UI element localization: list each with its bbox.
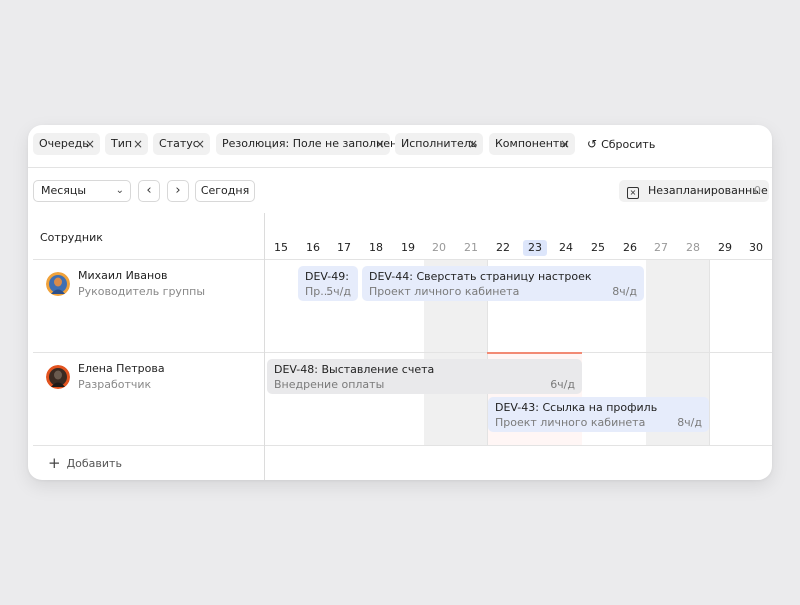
task-title: DEV-48: Выставление счета (274, 363, 435, 376)
day-header: 26 (623, 241, 637, 254)
employee-name[interactable]: Михаил Иванов (78, 269, 167, 282)
task-hours: 8ч/д (677, 416, 702, 429)
filter-chip-resolution[interactable]: Резолюция: Поле не заполнено × (216, 133, 404, 155)
close-icon[interactable]: × (133, 133, 143, 155)
task-project: Проект личного кабинета (495, 416, 646, 429)
filter-chip-queue[interactable]: Очередь × (33, 133, 100, 155)
day-header: 19 (401, 241, 415, 254)
task-meta: Внедрение оплаты 6ч/д (274, 377, 575, 392)
row-divider (33, 445, 772, 446)
close-icon[interactable]: × (85, 133, 95, 155)
unscheduled-label: Незапланированные (648, 184, 768, 197)
close-icon[interactable]: × (195, 133, 205, 155)
add-employee-button[interactable]: + Добавить (48, 454, 122, 472)
day-header: 15 (274, 241, 288, 254)
task-card[interactable]: DEV-49: ... Пр... 5ч/д (298, 266, 358, 301)
unscheduled-count: 0 (754, 184, 761, 197)
filters-bar: Очередь × Тип × Статус × Резолюция: Поле… (28, 125, 772, 168)
filter-chip-label: Тип (111, 137, 133, 150)
filter-chip-type[interactable]: Тип × (105, 133, 148, 155)
chevron-right-icon: › (175, 183, 181, 198)
close-icon[interactable]: × (375, 133, 385, 155)
day-header: 18 (369, 241, 383, 254)
calendar-cross-icon: × (627, 187, 639, 199)
employee-role: Руководитель группы (78, 285, 206, 298)
row-divider (33, 352, 772, 353)
task-title: DEV-49: ... (305, 270, 351, 283)
employee-role: Разработчик (78, 378, 152, 391)
day-header: 27 (654, 241, 668, 254)
filter-chip-label: Компоненты (495, 137, 569, 150)
root: { "filters": { "chips": [ {"label": "Оче… (0, 0, 800, 605)
unscheduled-button[interactable]: × Незапланированные 0 (619, 180, 769, 202)
period-select[interactable]: Месяцы ⌄ (33, 180, 131, 202)
today-button[interactable]: Сегодня (195, 180, 255, 202)
task-hours: 5ч/д (326, 285, 351, 298)
reset-icon: ↺ (587, 137, 598, 151)
day-header: 20 (432, 241, 446, 254)
filter-chip-label: Очередь (39, 137, 89, 150)
plus-icon: + (48, 454, 61, 472)
day-header: 29 (718, 241, 732, 254)
task-project: Проект личного кабинета (369, 285, 520, 298)
day-header: 17 (337, 241, 351, 254)
filter-chip-status[interactable]: Статус × (153, 133, 210, 155)
day-header: 28 (686, 241, 700, 254)
day-header: 22 (496, 241, 510, 254)
close-icon[interactable]: × (468, 133, 478, 155)
day-header-today: 23 (523, 240, 547, 256)
day-header: 16 (306, 241, 320, 254)
task-hours: 8ч/д (612, 285, 637, 298)
employee-column-divider (264, 213, 265, 480)
planner-card: Очередь × Тип × Статус × Резолюция: Поле… (28, 125, 772, 480)
filter-chip-components[interactable]: Компоненты × (489, 133, 575, 155)
avatar (46, 365, 70, 389)
task-card[interactable]: DEV-43: Ссылка на профиль Проект личного… (488, 397, 709, 432)
reset-filters-button[interactable]: ↺ Сбросить (587, 133, 655, 155)
day-header: 30 (749, 241, 763, 254)
task-meta: Проект личного кабинета 8ч/д (495, 415, 702, 430)
day-header: 21 (464, 241, 478, 254)
reset-label: Сбросить (601, 138, 656, 151)
task-meta: Пр... 5ч/д (305, 284, 351, 299)
task-hours: 6ч/д (550, 378, 575, 391)
task-meta: Проект личного кабинета 8ч/д (369, 284, 637, 299)
next-period-button[interactable]: › (167, 180, 189, 202)
day-header: 24 (559, 241, 573, 254)
task-title: DEV-44: Сверстать страницу настроек (369, 270, 592, 283)
task-card[interactable]: DEV-44: Сверстать страницу настроек Прое… (362, 266, 644, 301)
task-card[interactable]: DEV-48: Выставление счета Внедрение опла… (267, 359, 582, 394)
prev-period-button[interactable]: ‹ (138, 180, 160, 202)
today-marker (487, 352, 582, 354)
employee-column-header: Сотрудник (40, 231, 103, 244)
employee-name[interactable]: Елена Петрова (78, 362, 165, 375)
header-divider (33, 259, 772, 260)
filter-chip-assignee[interactable]: Исполнитель × (395, 133, 483, 155)
task-project: Внедрение оплаты (274, 378, 385, 391)
close-icon[interactable]: × (560, 133, 570, 155)
period-select-value: Месяцы (41, 184, 87, 197)
filter-chip-label: Исполнитель (401, 137, 478, 150)
add-label: Добавить (66, 457, 122, 470)
chevron-left-icon: ‹ (146, 183, 152, 198)
chevron-down-icon: ⌄ (115, 185, 124, 196)
day-header: 25 (591, 241, 605, 254)
task-title: DEV-43: Ссылка на профиль (495, 401, 658, 414)
filter-chip-label: Статус (159, 137, 199, 150)
avatar (46, 272, 70, 296)
